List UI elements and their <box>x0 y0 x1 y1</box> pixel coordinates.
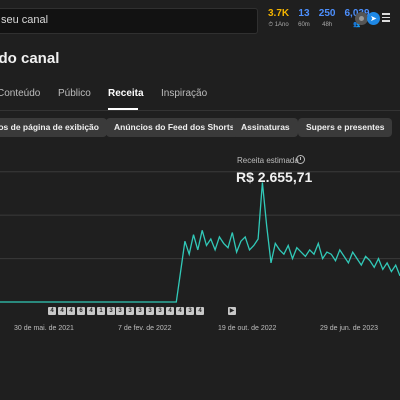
send-icon[interactable]: ➤ <box>367 12 380 25</box>
x-tick-label: 29 de jun. de 2023 <box>320 325 378 332</box>
video-marker[interactable]: 4 <box>58 307 66 315</box>
tab-revenue[interactable]: Receita <box>108 88 144 99</box>
video-marker[interactable]: 3 <box>146 307 154 315</box>
video-marker[interactable]: 4 <box>87 307 95 315</box>
stat-60m: 13 60m <box>298 9 310 31</box>
tab-content[interactable]: Conteúdo <box>0 88 40 99</box>
search-input[interactable]: seu canal <box>0 8 258 34</box>
video-marker[interactable]: 6 <box>77 307 85 315</box>
chip-supers[interactable]: Supers e presentes <box>298 118 393 137</box>
chip-watch-page-ads[interactable]: ios de página de exibição <box>0 118 107 137</box>
chip-memberships[interactable]: Assinaturas <box>233 118 298 137</box>
x-tick-label: 19 de out. de 2022 <box>218 325 277 332</box>
x-tick-label: 30 de mai. de 2021 <box>14 325 74 332</box>
video-marker[interactable]: 4 <box>176 307 184 315</box>
stat-label: 48h <box>322 22 333 28</box>
stat-48h: 250 48h <box>319 9 336 31</box>
stat-label: 60m <box>298 22 310 28</box>
search-text: seu canal <box>1 14 49 26</box>
revenue-series-line <box>0 182 400 303</box>
video-marker[interactable]: 4 <box>166 307 174 315</box>
video-marker[interactable]: 4 <box>48 307 56 315</box>
stat-value: 250 <box>318 8 336 19</box>
video-marker[interactable]: 3 <box>186 307 194 315</box>
tab-inspiration[interactable]: Inspiração <box>161 88 207 99</box>
revenue-chart[interactable] <box>0 140 400 305</box>
stat-value: 3.7K <box>268 8 290 19</box>
x-tick-label: 7 de fev. de 2022 <box>118 325 172 332</box>
video-marker[interactable]: 3 <box>136 307 144 315</box>
video-marker[interactable]: 3 <box>107 307 115 315</box>
page-title: s do canal <box>0 50 60 67</box>
video-marker[interactable]: 3 <box>156 307 164 315</box>
video-marker[interactable]: 4 <box>196 307 204 315</box>
chip-shorts-feed-ads[interactable]: Anúncios do Feed dos Shorts <box>106 118 243 137</box>
menu-icon[interactable] <box>382 13 390 22</box>
video-marker[interactable]: 4 <box>67 307 75 315</box>
video-marker[interactable]: 3 <box>116 307 124 315</box>
video-marker[interactable]: 3 <box>126 307 134 315</box>
top-bar: seu canal 3.7K ⏱ 1Ano 13 60m 250 48h 6,0… <box>0 0 400 38</box>
video-marker[interactable]: ▶ <box>228 307 236 315</box>
stat-label: ⏱ 1Ano <box>268 22 289 28</box>
tabs-divider <box>0 110 400 111</box>
stat-views-year: 3.7K ⏱ 1Ano <box>268 9 289 31</box>
video-marker[interactable]: 1 <box>97 307 105 315</box>
tab-audience[interactable]: Público <box>58 88 91 99</box>
stat-value: 13 <box>298 8 310 19</box>
